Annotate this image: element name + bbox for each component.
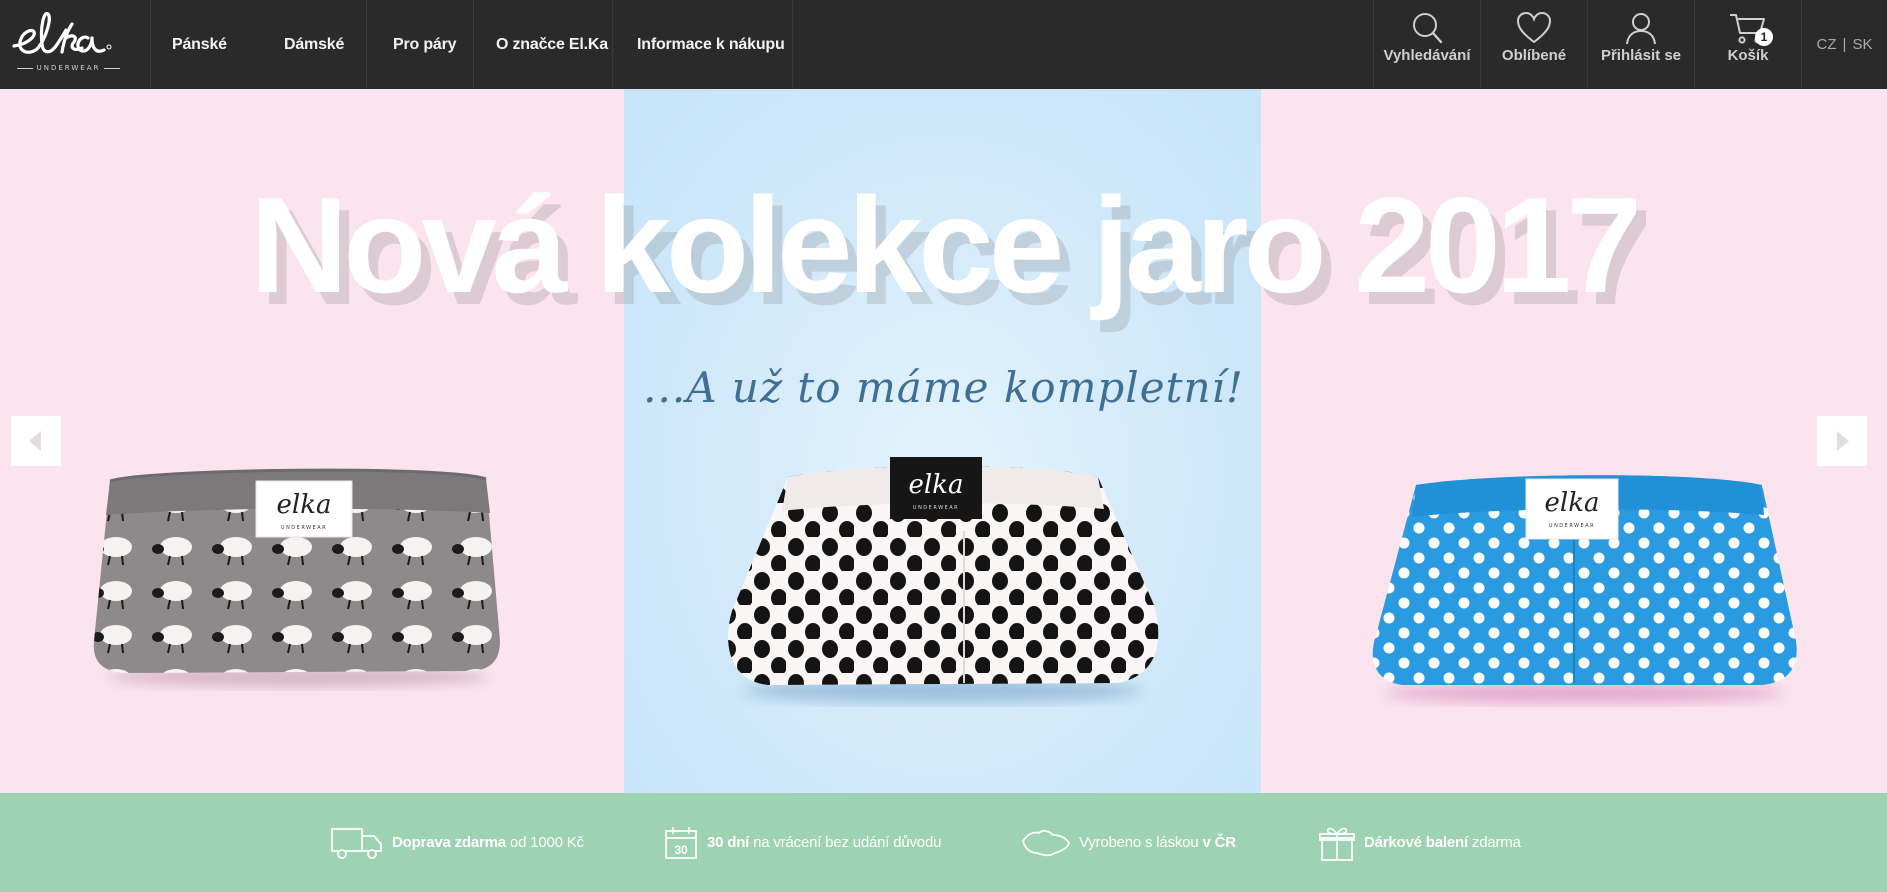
benefits-bar: Doprava zdarma od 1000 Kč 30 30 dní na v… (0, 793, 1887, 892)
arrow-right-icon (1837, 431, 1849, 451)
slider-next-button[interactable] (1817, 416, 1867, 466)
heart-icon (1516, 11, 1552, 44)
benefit-gift-bold: Dárkové balení (1364, 834, 1468, 851)
main-nav: Pánské Dámské Pro páry O značce El.Ka In… (151, 0, 793, 89)
svg-text:UNDERWEAR: UNDERWEAR (913, 505, 959, 511)
benefit-shipping-bold: Doprava zdarma (392, 834, 506, 851)
product-3-label: elka (1545, 488, 1600, 518)
hero-title: Nová kolekce jaro 2017 (250, 169, 1642, 321)
benefit-made-text: Vyrobeno s láskou (1079, 834, 1199, 851)
product-black-dot-boxers[interactable]: elka UNDERWEAR (718, 435, 1168, 707)
arrow-left-icon (29, 431, 41, 451)
benefit-returns: 30 30 dní na vrácení bez udání důvodu (663, 793, 941, 892)
svg-text:UNDERWEAR: UNDERWEAR (281, 525, 327, 531)
product-blue-dot-boxers[interactable]: elka UNDERWEAR (1366, 445, 1802, 707)
product-2-label: elka (909, 470, 964, 500)
calendar-icon-text: 30 (675, 843, 688, 857)
hero-subtitle: ...A už to máme kompletní! (643, 363, 1244, 412)
search-label: Vyhledávání (1383, 47, 1471, 64)
slider-prev-button[interactable] (11, 416, 61, 466)
language-switcher: CZ | SK (1801, 0, 1887, 89)
search-button[interactable]: Vyhledávání (1373, 0, 1480, 89)
cart-count-badge: 1 (1755, 28, 1773, 46)
site-header: UNDERWEAR Pánské Dámské Pro páry O značc… (0, 0, 1887, 89)
svg-text:UNDERWEAR: UNDERWEAR (1549, 523, 1595, 529)
benefit-shipping: Doprava zdarma od 1000 Kč (330, 793, 584, 892)
login-label: Přihlásit se (1600, 47, 1682, 64)
blue-dot-boxers-image: elka UNDERWEAR (1372, 475, 1797, 703)
brand-logo[interactable]: UNDERWEAR (0, 0, 151, 89)
nav-item-pro-pary[interactable]: Pro páry (367, 0, 474, 89)
search-icon (1413, 13, 1443, 44)
nav-item-informace[interactable]: Informace k nákupu (613, 0, 793, 89)
cart-label: Košík (1727, 47, 1769, 64)
header-tools: Vyhledávání Oblíbené Přihlásit se 1 Koší… (1373, 0, 1887, 89)
nav-item-o-znacce[interactable]: O značce El.Ka (474, 0, 613, 89)
user-icon (1626, 13, 1656, 45)
benefit-returns-bold: 30 dní (707, 834, 750, 851)
favorites-button[interactable]: Oblíbené (1480, 0, 1587, 89)
hero-slider[interactable]: elka UNDERWEAR elka UNDERWEAR elka UNDER… (0, 89, 1887, 793)
favorites-label: Oblíbené (1501, 47, 1567, 64)
product-1-label: elka (277, 490, 332, 520)
truck-icon (331, 827, 382, 859)
benefit-shipping-text: od 1000 Kč (509, 834, 584, 851)
map-cz-icon (1022, 829, 1070, 856)
sheep-boxers-image: elka UNDERWEAR (93, 468, 501, 687)
cart-button[interactable]: 1 Košík (1694, 0, 1801, 89)
nav-item-panske[interactable]: Pánské (151, 0, 259, 89)
benefit-returns-text: na vrácení bez udání důvodu (753, 834, 942, 851)
lang-separator: | (1842, 36, 1847, 53)
nav-item-damske[interactable]: Dámské (259, 0, 367, 89)
benefit-made-in-cz: Vyrobeno s láskou v ČR (1021, 793, 1240, 892)
benefit-gift-text: zdarma (1471, 834, 1521, 851)
calendar-icon: 30 (665, 826, 697, 859)
login-button[interactable]: Přihlásit se (1587, 0, 1694, 89)
black-dot-boxers-image: elka UNDERWEAR (728, 457, 1159, 703)
lang-cz-link[interactable]: CZ (1817, 36, 1837, 53)
benefit-made-bold: v ČR (1202, 834, 1236, 851)
lang-sk-link[interactable]: SK (1852, 36, 1872, 53)
logo-script-icon (12, 11, 112, 54)
benefit-gift: Dárkové balení zdarma (1318, 793, 1521, 892)
product-sheep-boxers[interactable]: elka UNDERWEAR (88, 441, 508, 691)
brand-tagline: UNDERWEAR (0, 64, 137, 72)
gift-icon (1319, 827, 1355, 861)
